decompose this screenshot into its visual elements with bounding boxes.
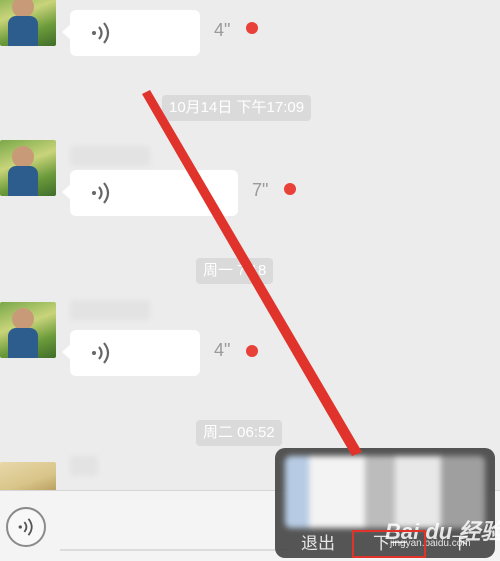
voice-message-bubble[interactable] xyxy=(62,10,200,56)
voice-wave-icon xyxy=(92,342,110,364)
voice-message-bubble[interactable] xyxy=(62,330,200,376)
contact-avatar[interactable] xyxy=(0,140,56,196)
voice-duration: 7" xyxy=(252,180,269,200)
unread-dot xyxy=(284,183,296,195)
unread-dot xyxy=(246,22,258,34)
chat-timestamp: 周二 06:52 xyxy=(196,420,282,446)
contact-avatar[interactable] xyxy=(0,0,56,46)
voice-duration: 4" xyxy=(214,340,231,360)
chat-timestamp: 周一 7:18 xyxy=(196,258,274,284)
voice-wave-icon xyxy=(92,22,110,44)
voice-message-bubble[interactable] xyxy=(62,170,238,216)
chat-timestamp: 10月14日 下午17:09 xyxy=(162,95,312,121)
sender-name xyxy=(70,456,98,476)
voice-wave-icon xyxy=(92,182,110,204)
sender-name xyxy=(70,146,150,166)
sender-name xyxy=(70,300,150,320)
contact-avatar[interactable] xyxy=(0,302,56,358)
chat-screen: 4" 10月14日 下午17:09 7" 周一 7:18 4" 周二 06:52 xyxy=(0,0,500,561)
exit-button[interactable]: 退出 xyxy=(293,532,343,556)
unread-dot xyxy=(246,345,258,357)
highlight-box xyxy=(352,530,426,558)
contact-avatar[interactable] xyxy=(0,462,56,492)
voice-input-icon xyxy=(18,518,33,536)
voice-duration: 4" xyxy=(214,20,231,40)
voice-input-button[interactable] xyxy=(6,507,46,547)
message-input[interactable] xyxy=(60,549,290,551)
